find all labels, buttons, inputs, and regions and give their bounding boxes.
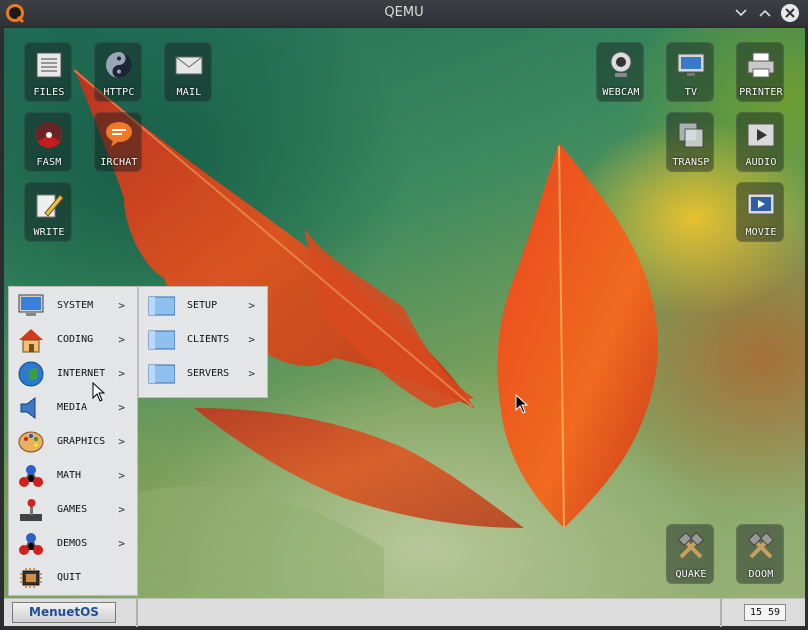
desktop-icon-write[interactable]: WRITE xyxy=(24,182,72,242)
desktop-icon-files[interactable]: FILES xyxy=(24,42,72,102)
close-icon xyxy=(781,4,799,22)
irchat-icon xyxy=(106,122,132,147)
mouse-pointer-icon xyxy=(515,394,529,414)
desktop-icon-fasm[interactable]: FASM xyxy=(24,112,72,172)
chevron-down-icon xyxy=(735,9,747,17)
guest-desktop[interactable]: FILES HTTPC MAIL FASM IRCHAT WRITE WEBCA… xyxy=(4,28,805,626)
httpc-icon xyxy=(106,52,132,78)
folder-window-icon xyxy=(148,330,175,350)
desktop-icon-irchat[interactable]: IRCHAT xyxy=(94,112,142,172)
close-button[interactable] xyxy=(779,2,801,24)
taskbar-separator xyxy=(136,599,138,627)
atoms-icon xyxy=(19,533,43,555)
qemu-window: QEMU FILES HTTPC MAIL FASM IRCHAT WRITE … xyxy=(0,0,808,630)
printer-icon xyxy=(747,52,775,78)
menu-item-system[interactable]: SYSTEM > xyxy=(9,289,137,323)
menu-item-demos[interactable]: DEMOS > xyxy=(9,527,137,561)
maximize-button[interactable] xyxy=(754,2,776,24)
taskbar: MenuetOS 15 59 xyxy=(4,598,805,627)
speaker-icon xyxy=(20,397,36,419)
doom-icon xyxy=(747,531,775,559)
joystick-icon xyxy=(20,499,42,521)
chevron-up-icon xyxy=(759,9,771,17)
folder-window-icon xyxy=(148,296,175,316)
fasm-icon xyxy=(36,122,62,148)
desktop-icon-quake[interactable]: QUAKE xyxy=(666,524,714,584)
webcam-icon xyxy=(610,51,632,77)
desktop-icon-audio[interactable]: AUDIO xyxy=(736,112,784,172)
start-button[interactable]: MenuetOS xyxy=(12,602,116,623)
internet-submenu: SETUP > CLIENTS > SERVERS > xyxy=(138,286,268,398)
menu-item-games[interactable]: GAMES > xyxy=(9,493,137,527)
folder-window-icon xyxy=(148,364,175,384)
minimize-button[interactable] xyxy=(730,2,752,24)
taskbar-clock: 15 59 xyxy=(744,604,786,621)
desktop-icon-transp[interactable]: TRANSP xyxy=(666,112,714,172)
transparency-icon xyxy=(678,122,704,148)
mouse-pointer-icon xyxy=(92,382,106,402)
menu-item-quit[interactable]: QUIT xyxy=(9,561,137,595)
taskbar-separator xyxy=(720,599,722,627)
menu-item-graphics[interactable]: GRAPHICS > xyxy=(9,425,137,459)
globe-icon xyxy=(18,361,44,387)
mail-icon xyxy=(175,56,203,75)
quake-icon xyxy=(677,531,705,559)
write-icon xyxy=(36,194,64,218)
molecule-icon xyxy=(19,465,43,487)
palette-icon xyxy=(18,431,44,453)
start-menu: SYSTEM > CODING > INTERNET > MEDIA > GRA… xyxy=(8,286,138,596)
submenu-item-setup[interactable]: SETUP > xyxy=(139,289,267,323)
desktop-icon-tv[interactable]: TV xyxy=(666,42,714,102)
desktop-icon-webcam[interactable]: WEBCAM xyxy=(596,42,644,102)
desktop-icon-mail[interactable]: MAIL xyxy=(164,42,212,102)
menu-item-math[interactable]: MATH > xyxy=(9,459,137,493)
submenu-item-clients[interactable]: CLIENTS > xyxy=(139,323,267,357)
desktop-icon-printer[interactable]: PRINTER xyxy=(736,42,784,102)
menu-item-coding[interactable]: CODING > xyxy=(9,323,137,357)
submenu-item-servers[interactable]: SERVERS > xyxy=(139,357,267,391)
desktop-icon-doom[interactable]: DOOM xyxy=(736,524,784,584)
desktop-icon-httpc[interactable]: HTTPC xyxy=(94,42,142,102)
chip-icon xyxy=(20,568,42,588)
window-titlebar[interactable]: QEMU xyxy=(0,0,808,26)
house-icon xyxy=(19,329,43,353)
tv-icon xyxy=(677,53,705,76)
menu-item-internet[interactable]: INTERNET > xyxy=(9,357,137,391)
files-icon xyxy=(36,52,62,78)
desktop-icon-movie[interactable]: MOVIE xyxy=(736,182,784,242)
movie-icon xyxy=(747,193,775,215)
monitor-icon xyxy=(18,294,44,316)
audio-icon xyxy=(747,123,775,147)
menu-item-media[interactable]: MEDIA > xyxy=(9,391,137,425)
window-title: QEMU xyxy=(384,5,424,20)
